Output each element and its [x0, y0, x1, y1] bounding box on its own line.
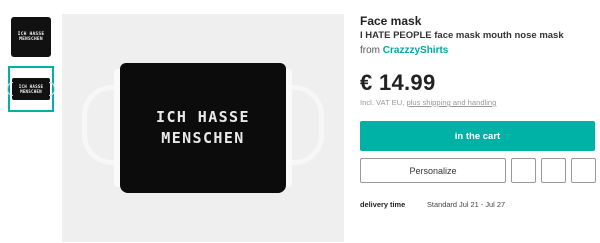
thumbnail-front[interactable]: ICH HASSE MENSCHEN — [8, 14, 54, 60]
thumbnail-mask-image: ICH HASSE MENSCHEN — [11, 17, 51, 57]
option-button-2[interactable] — [541, 158, 566, 183]
product-type: Face mask — [360, 14, 422, 28]
thumbnail-mask-text: ICH HASSE MENSCHEN — [18, 32, 45, 42]
thumbnail-strap-right — [49, 82, 55, 96]
mask-body: ICH HASSE MENSCHEN — [120, 63, 286, 193]
delivery-info: delivery time Standard Jul 21 - Jul 27 — [360, 200, 596, 209]
shipping-link[interactable]: plus shipping and handling — [406, 98, 496, 107]
thumbnail-worn[interactable]: ICH HASSE MENSCHEN — [7, 66, 55, 112]
personalize-button[interactable]: Personalize — [360, 158, 506, 183]
thumbnail-mask-image: ICH HASSE MENSCHEN — [7, 78, 55, 100]
vat-prefix: Incl. VAT EU, — [360, 98, 405, 107]
thumbnail-text-line2: MENSCHEN — [19, 37, 43, 42]
product-image[interactable]: ICH HASSE MENSCHEN — [62, 14, 344, 242]
face-mask-illustration: ICH HASSE MENSCHEN — [78, 63, 328, 193]
mask-print-text: ICH HASSE MENSCHEN — [156, 107, 250, 149]
mask-text-line1: ICH HASSE — [156, 108, 250, 126]
shop-line: from CrazzzyShirts — [360, 45, 596, 56]
option-button-1[interactable] — [511, 158, 536, 183]
thumbnail-mask-text: ICH HASSE MENSCHEN — [19, 84, 44, 94]
product-info: Face mask I HATE PEOPLE face mask mouth … — [360, 14, 596, 209]
secondary-actions: Personalize — [360, 158, 596, 183]
from-label: from — [360, 45, 380, 56]
shop-link[interactable]: CrazzzyShirts — [383, 45, 449, 56]
thumbnail-strap-left — [7, 82, 13, 96]
product-title: I HATE PEOPLE face mask mouth nose mask — [360, 30, 564, 41]
option-button-3[interactable] — [571, 158, 596, 183]
add-to-cart-button[interactable]: in the cart — [360, 121, 595, 151]
vat-note: Incl. VAT EU, plus shipping and handling — [360, 98, 596, 107]
delivery-label: delivery time — [360, 200, 406, 209]
thumbnail-text-line2: MENSCHEN — [20, 89, 42, 94]
thumbnail-list: ICH HASSE MENSCHEN ICH HASSE MENSCHEN — [7, 14, 58, 118]
delivery-value: Standard Jul 21 - Jul 27 — [427, 200, 506, 209]
product-price: € 14.99 — [360, 70, 436, 95]
mask-text-line2: MENSCHEN — [161, 129, 245, 147]
